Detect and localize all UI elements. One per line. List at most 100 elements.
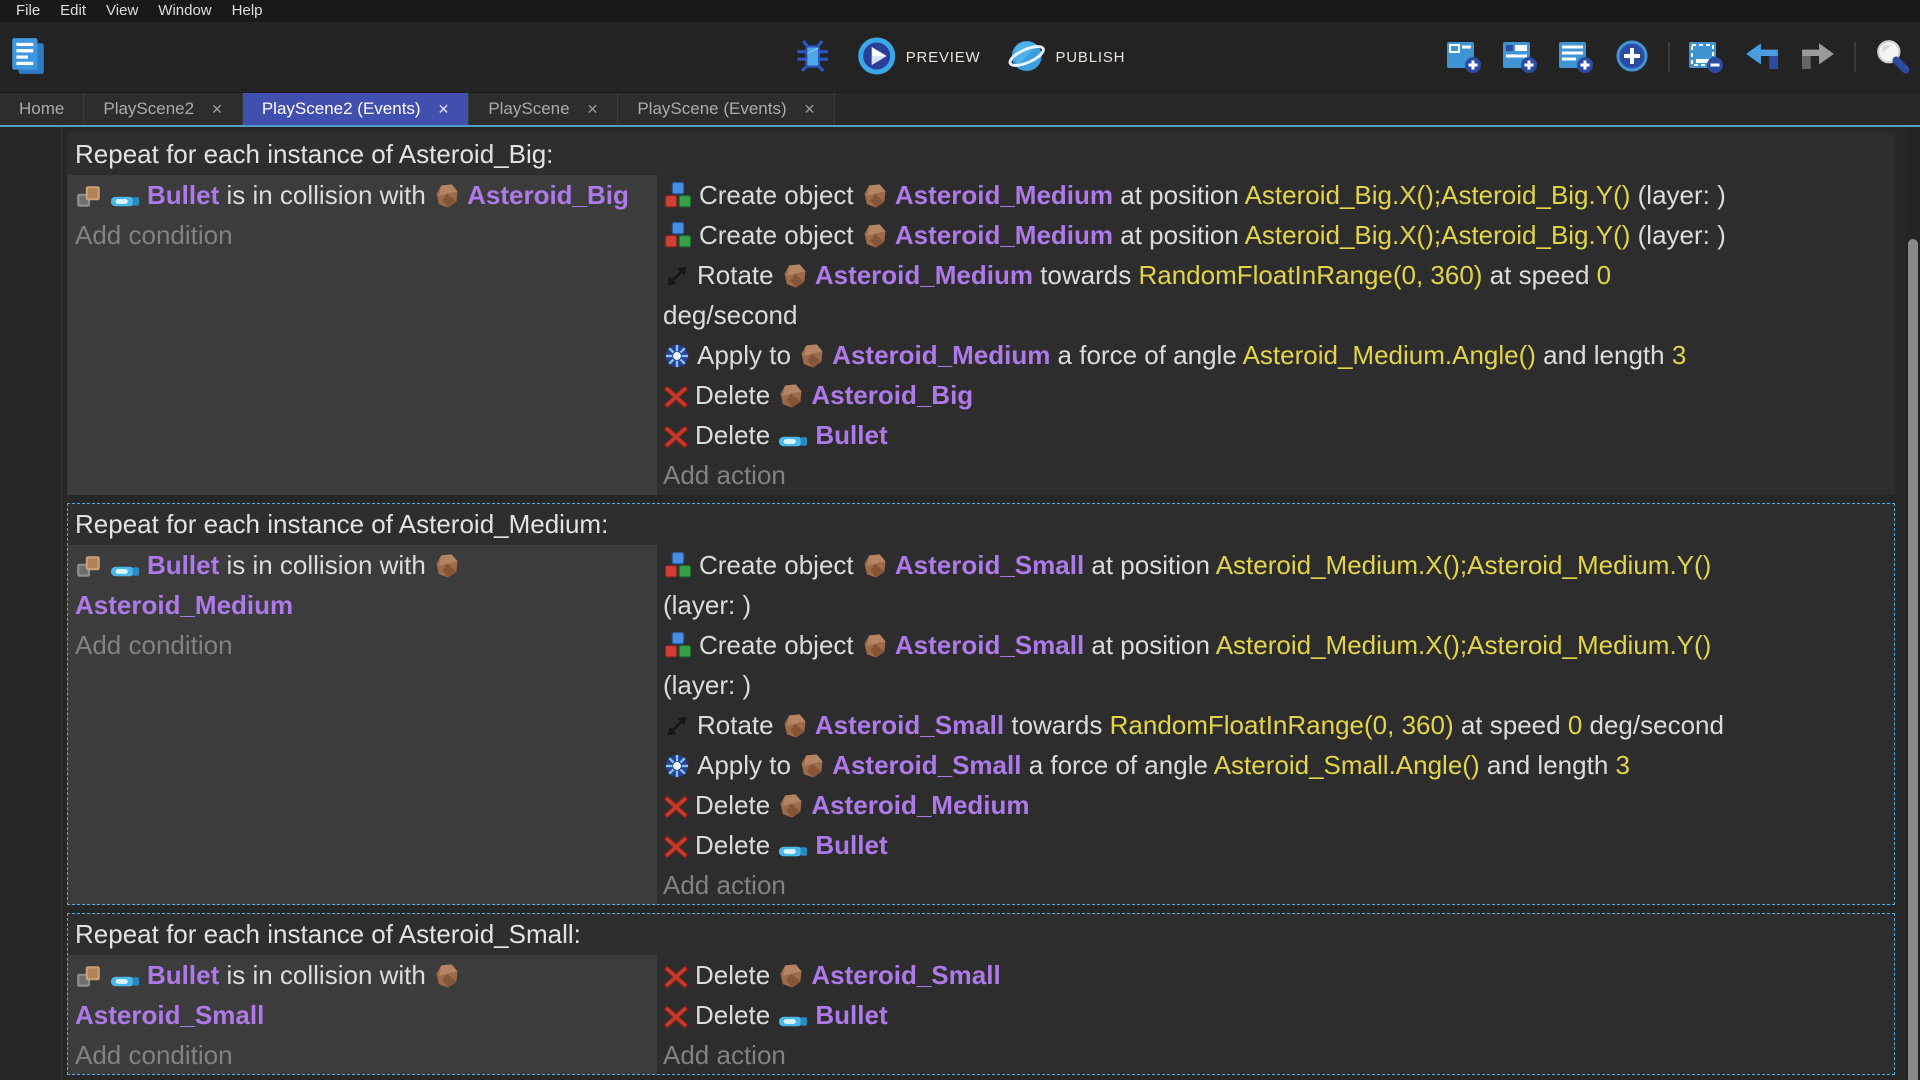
tab-playscene[interactable]: PlayScene✕ bbox=[469, 93, 618, 125]
project-manager-button[interactable] bbox=[8, 34, 48, 81]
create-icon bbox=[663, 180, 693, 210]
asteroid-icon bbox=[433, 962, 461, 990]
bullet-icon bbox=[777, 843, 809, 860]
action-row[interactable]: Rotate Asteroid_Small towards RandomFloa… bbox=[663, 705, 1895, 745]
scrollbar-thumb[interactable] bbox=[1908, 239, 1918, 1080]
expression: 3 bbox=[1672, 340, 1686, 370]
tab-playscene-events[interactable]: PlayScene (Events)✕ bbox=[618, 93, 835, 125]
action-row[interactable]: Create object Asteroid_Medium at positio… bbox=[663, 175, 1895, 215]
preview-button[interactable]: PREVIEW bbox=[855, 34, 983, 81]
debug-button[interactable] bbox=[793, 36, 833, 79]
expression: Asteroid_Big.X();Asteroid_Big.Y() bbox=[1245, 220, 1631, 250]
collision-icon bbox=[75, 554, 103, 580]
tab-close-icon[interactable]: ✕ bbox=[438, 102, 450, 116]
text-segment: Create object bbox=[699, 550, 861, 580]
delete-icon bbox=[663, 834, 689, 860]
conditions-cell[interactable]: Bullet is in collision with Asteroid_Sma… bbox=[67, 955, 657, 1075]
bullet-icon bbox=[777, 433, 809, 450]
tab-home[interactable]: Home bbox=[0, 93, 84, 125]
undo-button[interactable] bbox=[1742, 38, 1782, 77]
undo-icon bbox=[1744, 40, 1780, 75]
condition-row[interactable]: Bullet is in collision with Asteroid_Med… bbox=[75, 545, 657, 625]
delete-selection-icon bbox=[1688, 39, 1724, 76]
expression: 3 bbox=[1616, 750, 1630, 780]
event-header[interactable]: Repeat for each instance of Asteroid_Med… bbox=[67, 503, 1895, 545]
event-header[interactable]: Repeat for each instance of Asteroid_Sma… bbox=[67, 913, 1895, 955]
tab-playscene2[interactable]: PlayScene2✕ bbox=[84, 93, 242, 125]
menu-item-view[interactable]: View bbox=[96, 0, 148, 22]
conditions-cell[interactable]: Bullet is in collision with Asteroid_Med… bbox=[67, 545, 657, 905]
expression: RandomFloatInRange(0, 360) bbox=[1110, 710, 1454, 740]
create-icon bbox=[663, 550, 693, 580]
preview-play-icon bbox=[857, 36, 897, 79]
action-row[interactable]: Create object Asteroid_Medium at positio… bbox=[663, 215, 1895, 255]
object-name: Bullet bbox=[147, 550, 219, 580]
action-row[interactable]: Delete Asteroid_Small bbox=[663, 955, 1895, 995]
create-icon bbox=[663, 220, 693, 250]
tab-close-icon[interactable]: ✕ bbox=[211, 102, 223, 116]
object-name: Asteroid_Small bbox=[832, 750, 1021, 780]
tab-close-icon[interactable]: ✕ bbox=[804, 102, 816, 116]
tab-playscene2-events[interactable]: PlayScene2 (Events)✕ bbox=[243, 93, 469, 125]
action-row[interactable]: Delete Bullet bbox=[663, 825, 1895, 865]
add-subevent-button[interactable] bbox=[1500, 37, 1540, 78]
action-row[interactable]: Delete Bullet bbox=[663, 995, 1895, 1035]
menu-item-file[interactable]: File bbox=[6, 0, 50, 22]
event-block[interactable]: Repeat for each instance of Asteroid_Sma… bbox=[67, 913, 1895, 1075]
add-condition-button[interactable]: Add condition bbox=[75, 215, 657, 255]
text-segment: Rotate bbox=[697, 710, 781, 740]
add-subevent-icon bbox=[1502, 39, 1538, 76]
asteroid-icon bbox=[781, 262, 809, 290]
add-action-button[interactable]: Add action bbox=[663, 1035, 1895, 1075]
force-icon bbox=[663, 342, 691, 370]
delete-icon bbox=[663, 964, 689, 990]
events-sheet[interactable]: Repeat for each instance of Asteroid_Big… bbox=[67, 133, 1895, 1080]
conditions-cell[interactable]: Bullet is in collision with Asteroid_Big… bbox=[67, 175, 657, 495]
menu-item-help[interactable]: Help bbox=[222, 0, 273, 22]
add-condition-button[interactable]: Add condition bbox=[75, 1035, 657, 1075]
delete-selection-button[interactable] bbox=[1686, 37, 1726, 78]
action-row[interactable]: Delete Asteroid_Medium bbox=[663, 785, 1895, 825]
text-segment: a force of angle bbox=[1021, 750, 1213, 780]
text-segment: is in collision with bbox=[219, 550, 433, 580]
action-row[interactable]: Create object Asteroid_Small at position… bbox=[663, 625, 1895, 705]
event-block[interactable]: Repeat for each instance of Asteroid_Big… bbox=[67, 133, 1895, 495]
action-row[interactable]: Create object Asteroid_Small at position… bbox=[663, 545, 1895, 625]
add-event-button[interactable] bbox=[1444, 37, 1484, 78]
action-row[interactable]: Rotate Asteroid_Medium towards RandomFlo… bbox=[663, 255, 1895, 335]
redo-button[interactable] bbox=[1798, 38, 1838, 77]
expression: Asteroid_Medium.X();Asteroid_Medium.Y() bbox=[1216, 550, 1712, 580]
text-segment: Create object bbox=[699, 220, 861, 250]
add-comment-button[interactable] bbox=[1556, 37, 1596, 78]
add-action-button[interactable]: Add action bbox=[663, 865, 1895, 905]
menu-item-edit[interactable]: Edit bbox=[50, 0, 96, 22]
delete-icon bbox=[663, 424, 689, 450]
publish-button[interactable]: PUBLISH bbox=[1004, 34, 1127, 81]
condition-row[interactable]: Bullet is in collision with Asteroid_Big bbox=[75, 175, 657, 215]
add-action-button[interactable]: Add action bbox=[663, 455, 1895, 495]
action-row[interactable]: Apply to Asteroid_Medium a force of angl… bbox=[663, 335, 1895, 375]
object-name: Asteroid_Small bbox=[75, 1000, 264, 1030]
asteroid-icon bbox=[433, 182, 461, 210]
event-header[interactable]: Repeat for each instance of Asteroid_Big… bbox=[67, 133, 1895, 175]
delete-icon bbox=[663, 794, 689, 820]
bullet-icon bbox=[109, 973, 141, 990]
action-row[interactable]: Apply to Asteroid_Small a force of angle… bbox=[663, 745, 1895, 785]
add-condition-button[interactable]: Add condition bbox=[75, 625, 657, 665]
search-button[interactable] bbox=[1872, 36, 1912, 79]
asteroid-icon bbox=[433, 552, 461, 580]
actions-cell[interactable]: Create object Asteroid_Medium at positio… bbox=[657, 175, 1895, 495]
search-icon bbox=[1874, 38, 1910, 77]
action-row[interactable]: Delete Asteroid_Big bbox=[663, 375, 1895, 415]
event-block[interactable]: Repeat for each instance of Asteroid_Med… bbox=[67, 503, 1895, 905]
condition-row[interactable]: Bullet is in collision with Asteroid_Sma… bbox=[75, 955, 657, 1035]
tab-close-icon[interactable]: ✕ bbox=[587, 102, 599, 116]
add-circle-button[interactable] bbox=[1612, 36, 1652, 79]
collision-icon bbox=[75, 184, 103, 210]
actions-cell[interactable]: Create object Asteroid_Small at position… bbox=[657, 545, 1895, 905]
vertical-scrollbar[interactable] bbox=[1906, 127, 1920, 1080]
text-segment: Delete bbox=[695, 790, 777, 820]
actions-cell[interactable]: Delete Asteroid_SmallDelete BulletAdd ac… bbox=[657, 955, 1895, 1075]
action-row[interactable]: Delete Bullet bbox=[663, 415, 1895, 455]
menu-item-window[interactable]: Window bbox=[148, 0, 221, 22]
